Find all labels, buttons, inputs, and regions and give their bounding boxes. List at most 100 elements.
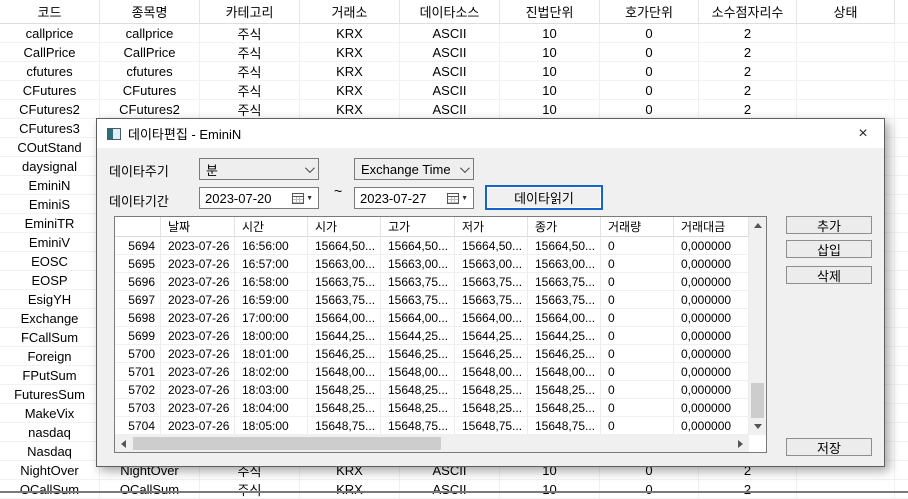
scroll-down-button[interactable] — [749, 418, 766, 435]
grid-column-header[interactable]: 고가 — [381, 217, 455, 237]
table-cell — [797, 24, 895, 43]
column-header[interactable]: 상태 — [797, 0, 895, 24]
grid-cell: 2023-07-26 — [161, 309, 235, 327]
table-row[interactable]: CFutures2CFutures2주식KRXASCII1002 — [0, 100, 908, 119]
grid-row[interactable]: 57042023-07-2618:05:0015648,75...15648,7… — [115, 417, 766, 435]
table-cell: 0 — [600, 62, 699, 81]
table-cell: ASCII — [400, 480, 500, 499]
grid-column-header[interactable] — [115, 217, 161, 237]
table-cell: OCallSum — [0, 480, 100, 499]
row-number: 5700 — [115, 345, 161, 363]
delete-button[interactable]: 삭제 — [786, 266, 872, 284]
table-cell: COutStand — [0, 138, 100, 157]
table-cell: 2 — [699, 100, 797, 119]
insert-button[interactable]: 삽입 — [786, 240, 872, 258]
data-range-label: 데이타기간 — [109, 191, 169, 210]
column-header[interactable]: 코드 — [0, 0, 100, 24]
grid-column-header[interactable]: 시가 — [308, 217, 381, 237]
grid-cell: 0,000000 — [674, 327, 749, 345]
scroll-left-button[interactable] — [115, 435, 132, 452]
cell-filler — [895, 81, 908, 100]
grid-cell: 15648,00... — [381, 363, 455, 381]
arrow-right-icon — [738, 440, 743, 448]
grid-cell: 17:00:00 — [235, 309, 308, 327]
table-cell: CallPrice — [0, 43, 100, 62]
grid-cell: 15663,75... — [308, 291, 381, 309]
grid-row[interactable]: 56942023-07-2616:56:0015664,50...15664,5… — [115, 237, 766, 255]
time-base-value: Exchange Time — [361, 162, 451, 177]
grid-cell: 15646,25... — [381, 345, 455, 363]
grid-cell: 15644,25... — [381, 327, 455, 345]
grid-row[interactable]: 56992023-07-2618:00:0015644,25...15644,2… — [115, 327, 766, 345]
arrow-up-icon — [754, 223, 762, 228]
table-cell: cfutures — [100, 62, 200, 81]
scroll-right-button[interactable] — [732, 435, 749, 452]
cell-filler — [895, 176, 908, 195]
grid-row[interactable]: 57012023-07-2618:02:0015648,00...15648,0… — [115, 363, 766, 381]
table-row[interactable]: OCallSumOCallSum주식KRXASCII1002 — [0, 480, 908, 499]
grid-column-header[interactable]: 시간 — [235, 217, 308, 237]
column-header[interactable]: 소수점자리수 — [699, 0, 797, 24]
close-icon[interactable]: × — [852, 123, 874, 145]
grid-row[interactable]: 56972023-07-2616:59:0015663,75...15663,7… — [115, 291, 766, 309]
table-row[interactable]: CFuturesCFutures주식KRXASCII1002 — [0, 81, 908, 100]
grid-column-header[interactable]: 종가 — [528, 217, 601, 237]
cell-filler — [895, 366, 908, 385]
table-row[interactable]: callpricecallprice주식KRXASCII1002 — [0, 24, 908, 43]
data-period-select[interactable]: 분 — [199, 158, 319, 180]
column-header[interactable]: 진법단위 — [500, 0, 600, 24]
grid-row[interactable]: 56962023-07-2616:58:0015663,75...15663,7… — [115, 273, 766, 291]
grid-column-header[interactable]: 날짜 — [161, 217, 235, 237]
grid-row[interactable]: 56982023-07-2617:00:0015664,00...15664,0… — [115, 309, 766, 327]
table-row[interactable]: CallPriceCallPrice주식KRXASCII1002 — [0, 43, 908, 62]
table-cell: EminiV — [0, 233, 100, 252]
grid-cell: 15663,75... — [381, 273, 455, 291]
table-cell: 10 — [500, 43, 600, 62]
horizontal-scroll-thumb[interactable] — [133, 437, 441, 450]
vertical-scrollbar[interactable] — [749, 217, 766, 435]
table-cell: CFutures — [100, 81, 200, 100]
column-header[interactable]: 카테고리 — [200, 0, 300, 24]
scroll-up-button[interactable] — [749, 217, 766, 234]
dialog-titlebar[interactable]: 데이타편집 - EminiN × — [97, 119, 884, 148]
grid-cell: 15648,25... — [308, 381, 381, 399]
table-cell: 0 — [600, 43, 699, 62]
grid-cell: 15648,00... — [455, 363, 528, 381]
date-to-field[interactable]: 2023-07-27 ▼ — [354, 187, 474, 209]
column-header[interactable]: 데이타소스 — [400, 0, 500, 24]
calendar-dropdown-button[interactable]: ▼ — [447, 193, 468, 204]
table-cell — [797, 62, 895, 81]
column-header[interactable]: 거래소 — [300, 0, 400, 24]
grid-column-header[interactable]: 거래량 — [601, 217, 674, 237]
table-row[interactable]: cfuturescfutures주식KRXASCII1002 — [0, 62, 908, 81]
grid-cell: 15648,25... — [308, 399, 381, 417]
save-button[interactable]: 저장 — [786, 438, 872, 456]
grid-cell: 0 — [601, 381, 674, 399]
cell-filler — [895, 271, 908, 290]
grid-row[interactable]: 57032023-07-2618:04:0015648,25...15648,2… — [115, 399, 766, 417]
row-number: 5696 — [115, 273, 161, 291]
grid-row[interactable]: 57002023-07-2618:01:0015646,25...15646,2… — [115, 345, 766, 363]
grid-cell: 15648,25... — [528, 399, 601, 417]
column-header[interactable]: 종목명 — [100, 0, 200, 24]
cell-filler — [895, 252, 908, 271]
column-header[interactable]: 호가단위 — [600, 0, 699, 24]
grid-row[interactable]: 56952023-07-2616:57:0015663,00...15663,0… — [115, 255, 766, 273]
grid-cell: 15648,25... — [528, 381, 601, 399]
grid-column-header[interactable]: 저가 — [455, 217, 528, 237]
time-base-select[interactable]: Exchange Time — [354, 158, 474, 180]
date-from-field[interactable]: 2023-07-20 ▼ — [199, 187, 319, 209]
data-edit-dialog: 데이타편집 - EminiN × 데이타주기 분 Exchange Time 데… — [96, 118, 885, 467]
table-cell: ASCII — [400, 100, 500, 119]
grid-cell: 15663,75... — [455, 273, 528, 291]
vertical-scroll-thumb[interactable] — [751, 383, 764, 418]
row-number: 5701 — [115, 363, 161, 381]
grid-cell: 15644,25... — [455, 327, 528, 345]
add-button[interactable]: 추가 — [786, 216, 872, 234]
table-cell: KRX — [300, 62, 400, 81]
read-data-button[interactable]: 데이타읽기 — [485, 185, 603, 210]
grid-column-header[interactable]: 거래대금 — [674, 217, 749, 237]
grid-row[interactable]: 57022023-07-2618:03:0015648,25...15648,2… — [115, 381, 766, 399]
horizontal-scrollbar[interactable] — [115, 435, 749, 452]
calendar-dropdown-button[interactable]: ▼ — [292, 193, 313, 204]
